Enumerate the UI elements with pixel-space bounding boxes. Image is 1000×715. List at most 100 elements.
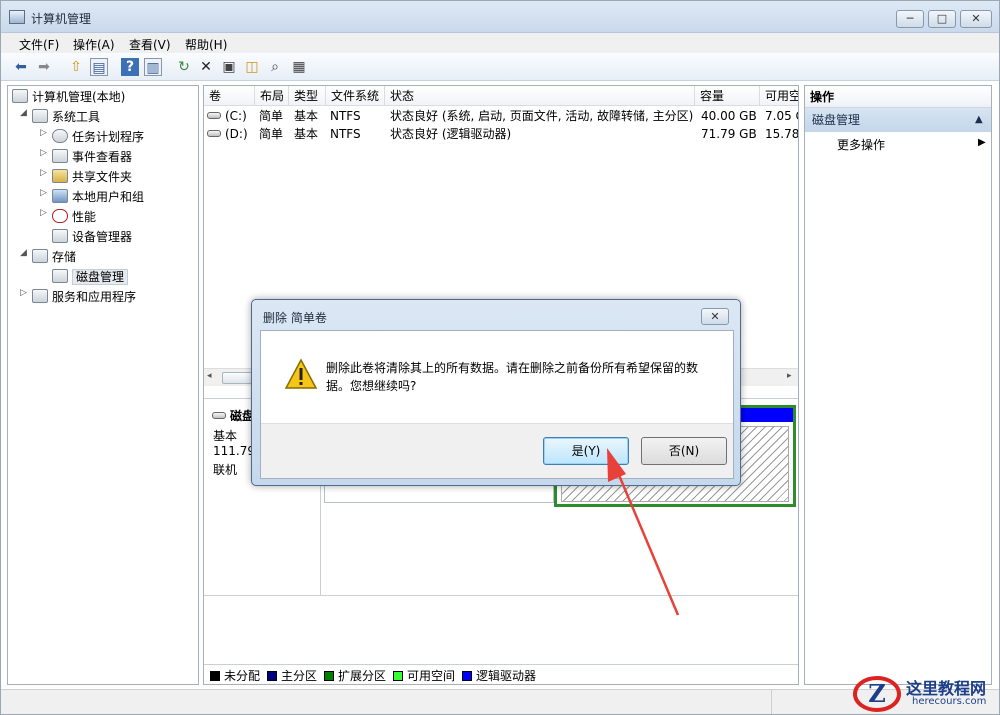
- expand-arrow-icon[interactable]: ▷: [40, 148, 50, 158]
- help-icon[interactable]: ?: [121, 58, 139, 76]
- forward-arrow-icon[interactable]: ➡: [35, 58, 53, 76]
- collapse-arrow-icon[interactable]: ◢: [20, 248, 30, 258]
- legend-item: 逻辑驱动器: [462, 669, 536, 683]
- drive-icon: [207, 112, 221, 119]
- menu-bar: 文件(F) 操作(A) 查看(V) 帮助(H): [1, 33, 999, 53]
- watermark: Z 这里教程网 herecours.com: [852, 672, 998, 714]
- tree-item-storage[interactable]: 存储: [32, 248, 76, 266]
- dialog-close-button[interactable]: ✕: [701, 308, 729, 325]
- actions-header: 操作: [805, 86, 991, 108]
- properties-icon[interactable]: ▣: [220, 58, 238, 76]
- menu-action[interactable]: 操作(A): [73, 36, 115, 53]
- actions-pane: 操作 磁盘管理 ▲ 更多操作 ▶: [804, 85, 992, 685]
- tree-item-event-viewer[interactable]: 事件查看器: [52, 148, 132, 166]
- show-hide-tree-icon[interactable]: ▤: [90, 58, 108, 76]
- tree-item-performance[interactable]: 性能: [52, 208, 96, 226]
- minimize-button[interactable]: ─: [896, 10, 924, 28]
- more-actions-item[interactable]: 更多操作: [837, 136, 885, 154]
- column-header-status[interactable]: 状态: [385, 86, 695, 106]
- tools-icon: [32, 109, 48, 123]
- legend-swatch: [393, 671, 403, 681]
- yes-button[interactable]: 是(Y): [543, 437, 629, 465]
- column-header-type[interactable]: 类型: [289, 86, 326, 106]
- toolbar: ⬅ ➡ ⇧ ▤ ? ▥ ↻ ✕ ▣ ◫ ⌕ ▦: [1, 53, 999, 81]
- tree-item-services[interactable]: 服务和应用程序: [32, 288, 136, 306]
- up-folder-icon[interactable]: ⇧: [67, 58, 85, 76]
- open-folder-icon[interactable]: ◫: [243, 58, 261, 76]
- expand-arrow-icon[interactable]: ▷: [40, 188, 50, 198]
- search-icon[interactable]: ⌕: [266, 58, 284, 76]
- dialog-button-area: 是(Y) 否(N): [261, 423, 733, 478]
- collapse-up-icon[interactable]: ▲: [975, 108, 983, 132]
- computer-icon: [12, 89, 28, 103]
- legend-swatch: [462, 671, 472, 681]
- collapse-arrow-icon[interactable]: ◢: [20, 108, 30, 118]
- tree-item-system-tools[interactable]: 系统工具: [32, 108, 100, 126]
- legend-item: 可用空间: [393, 669, 455, 683]
- show-hide-action-pane-icon[interactable]: ▥: [144, 58, 162, 76]
- window-title: 计算机管理: [31, 12, 92, 26]
- submenu-arrow-icon: ▶: [978, 137, 986, 148]
- svg-text:Z: Z: [868, 679, 886, 708]
- disk-settings-icon[interactable]: ▦: [290, 58, 308, 76]
- status-bar: [1, 689, 999, 714]
- disk-type: 基本: [213, 429, 238, 443]
- tree-item-disk-management[interactable]: 磁盘管理: [52, 268, 129, 286]
- tree-item-task-scheduler[interactable]: 任务计划程序: [52, 128, 144, 146]
- delete-volume-dialog: 删除 简单卷 ✕ 删除此卷将清除其上的所有数据。请在删除之前备份所有希望保留的数…: [251, 299, 741, 486]
- expand-arrow-icon[interactable]: ▷: [40, 128, 50, 138]
- device-manager-icon: [52, 229, 68, 243]
- event-log-icon: [52, 149, 68, 163]
- disk-icon: [212, 412, 226, 419]
- menu-help[interactable]: 帮助(H): [185, 36, 227, 53]
- computer-management-icon: [9, 10, 25, 24]
- navigation-tree: 计算机管理(本地) ◢ 系统工具 ▷ 任务计划程序 ▷ 事件查看器 ▷ 共享文件…: [7, 85, 199, 685]
- dialog-body: 删除此卷将清除其上的所有数据。请在删除之前备份所有希望保留的数据。您想继续吗? …: [260, 330, 734, 479]
- legend-swatch: [324, 671, 334, 681]
- disk-status: 联机: [213, 463, 238, 477]
- back-arrow-icon[interactable]: ⬅: [12, 58, 30, 76]
- tree-item-local-users[interactable]: 本地用户和组: [52, 188, 144, 206]
- scroll-right-icon[interactable]: ▸: [787, 371, 792, 381]
- performance-icon: [52, 209, 68, 223]
- users-icon: [52, 189, 68, 203]
- legend-swatch: [267, 671, 277, 681]
- legend-swatch: [210, 671, 220, 681]
- scroll-left-icon[interactable]: ◂: [207, 371, 212, 381]
- legend-item: 未分配: [210, 669, 260, 683]
- menu-view[interactable]: 查看(V): [129, 36, 171, 53]
- tree-item-device-manager[interactable]: 设备管理器: [52, 228, 132, 246]
- dialog-title: 删除 简单卷: [263, 311, 327, 325]
- disk-management-icon: [52, 269, 68, 283]
- clock-icon: [52, 129, 68, 143]
- services-icon: [32, 289, 48, 303]
- disk-size: 111.79: [213, 444, 255, 458]
- expand-arrow-icon[interactable]: ▷: [40, 208, 50, 218]
- column-header-free[interactable]: 可用空: [760, 86, 798, 106]
- delete-icon[interactable]: ✕: [197, 58, 215, 76]
- divider: [204, 595, 798, 596]
- legend-item: 扩展分区: [324, 669, 386, 683]
- no-button[interactable]: 否(N): [641, 437, 727, 465]
- menu-file[interactable]: 文件(F): [19, 36, 59, 53]
- actions-section-disk-management[interactable]: 磁盘管理 ▲: [805, 108, 991, 132]
- column-header-layout[interactable]: 布局: [255, 86, 289, 106]
- watermark-logo-icon: Z: [853, 676, 901, 712]
- column-header-volume[interactable]: 卷: [204, 86, 255, 106]
- column-header-filesystem[interactable]: 文件系统: [326, 86, 385, 106]
- tree-item-root[interactable]: 计算机管理(本地): [12, 88, 125, 106]
- restore-button[interactable]: □: [928, 10, 956, 28]
- watermark-url: herecours.com: [912, 696, 987, 707]
- title-bar[interactable]: 计算机管理 ─ □ ✕: [1, 1, 999, 33]
- warning-icon: [284, 358, 318, 389]
- expand-arrow-icon[interactable]: ▷: [40, 168, 50, 178]
- close-button[interactable]: ✕: [960, 10, 992, 28]
- dialog-message: 删除此卷将清除其上的所有数据。请在删除之前备份所有希望保留的数据。您想继续吗?: [326, 361, 699, 393]
- tree-item-shared-folders[interactable]: 共享文件夹: [52, 168, 132, 186]
- expand-arrow-icon[interactable]: ▷: [20, 288, 30, 298]
- column-header-capacity[interactable]: 容量: [695, 86, 760, 106]
- shared-folder-icon: [52, 169, 68, 183]
- legend-item: 主分区: [267, 669, 317, 683]
- storage-icon: [32, 249, 48, 263]
- refresh-icon[interactable]: ↻: [175, 58, 193, 76]
